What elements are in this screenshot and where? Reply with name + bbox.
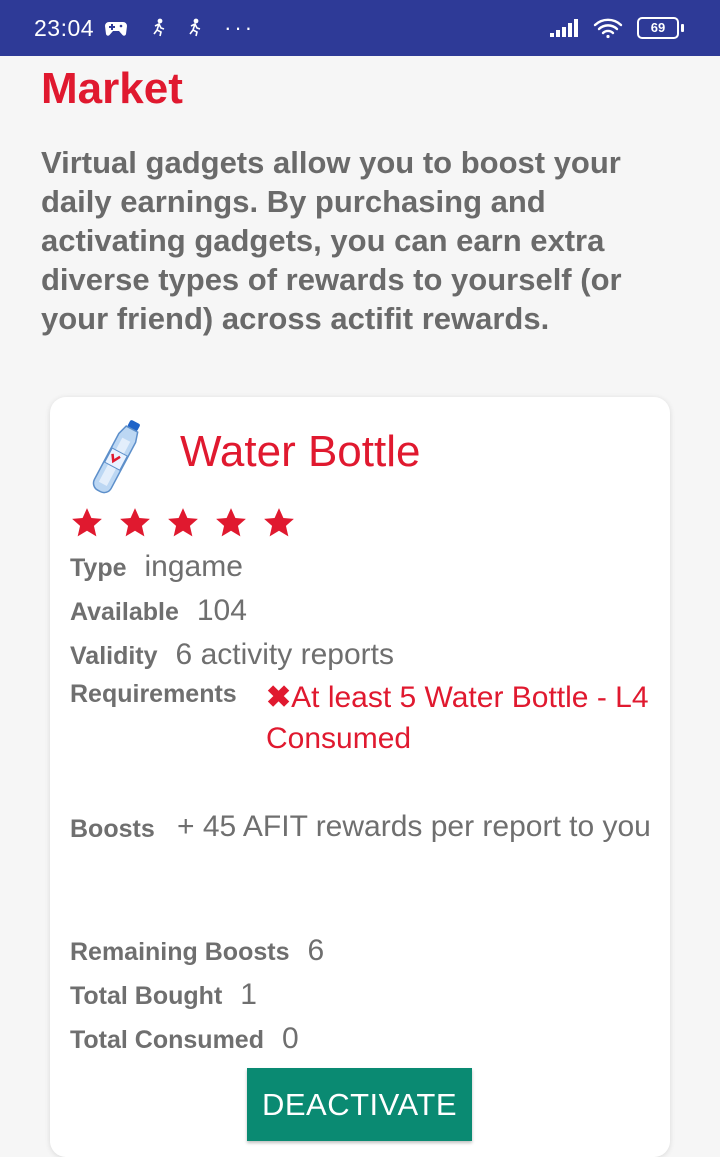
cross-icon: ✖ <box>266 681 292 714</box>
star-icon <box>72 508 102 537</box>
consumed-row: Total Consumed 0 <box>70 1022 299 1056</box>
star-rating <box>70 506 296 540</box>
star-icon <box>120 508 150 537</box>
requirements-value: At least 5 Water Bottle - L4 Consumed <box>266 681 649 755</box>
boosts-row: Boosts <box>70 815 155 844</box>
requirements-row: Requirements <box>70 680 237 709</box>
signal-icon <box>549 18 579 38</box>
star-icon <box>216 508 246 537</box>
available-value: 104 <box>196 594 247 627</box>
available-row: Available 104 <box>70 594 247 628</box>
consumed-value: 0 <box>281 1022 299 1055</box>
bought-label: Total Bought <box>70 982 223 1010</box>
wifi-icon <box>593 17 623 39</box>
water-bottle-icon <box>92 420 140 494</box>
consumed-label: Total Consumed <box>70 1026 264 1054</box>
star-icon <box>264 508 294 537</box>
intro-text: Virtual gadgets allow you to boost your … <box>41 145 622 336</box>
remaining-value: 6 <box>307 934 325 967</box>
battery-level: 69 <box>637 17 679 39</box>
running-icon <box>148 18 168 38</box>
type-label: Type <box>70 554 127 582</box>
remaining-label: Remaining Boosts <box>70 938 290 966</box>
boosts-label: Boosts <box>70 815 155 843</box>
validity-label: Validity <box>70 642 158 670</box>
bought-row: Total Bought 1 <box>70 978 257 1012</box>
battery-icon: 69 <box>637 17 684 39</box>
requirements-label: Requirements <box>70 680 237 708</box>
type-value: ingame <box>144 550 243 583</box>
deactivate-button[interactable]: DEACTIVATE <box>247 1068 472 1141</box>
boosts-value: + 45 AFIT rewards per report to you <box>177 810 651 843</box>
status-time: 23:04 <box>34 14 95 41</box>
remaining-row: Remaining Boosts 6 <box>70 934 324 968</box>
status-bar: 23:04 ··· 69 <box>0 0 720 56</box>
more-icon: ··· <box>224 15 256 40</box>
validity-value: 6 activity reports <box>175 638 394 671</box>
available-label: Available <box>70 598 179 626</box>
gamepad-icon <box>104 19 128 37</box>
item-name: Water Bottle <box>180 427 421 476</box>
star-icon <box>168 508 198 537</box>
validity-row: Validity 6 activity reports <box>70 638 394 672</box>
requirements-value-block: ✖At least 5 Water Bottle - L4 Consumed <box>266 677 651 759</box>
bought-value: 1 <box>240 978 257 1011</box>
gadget-card: Water Bottle Type ingame Available 104 V… <box>50 397 670 1157</box>
type-row: Type ingame <box>70 550 243 584</box>
running-icon <box>184 18 204 38</box>
page-title: Market <box>41 64 183 113</box>
